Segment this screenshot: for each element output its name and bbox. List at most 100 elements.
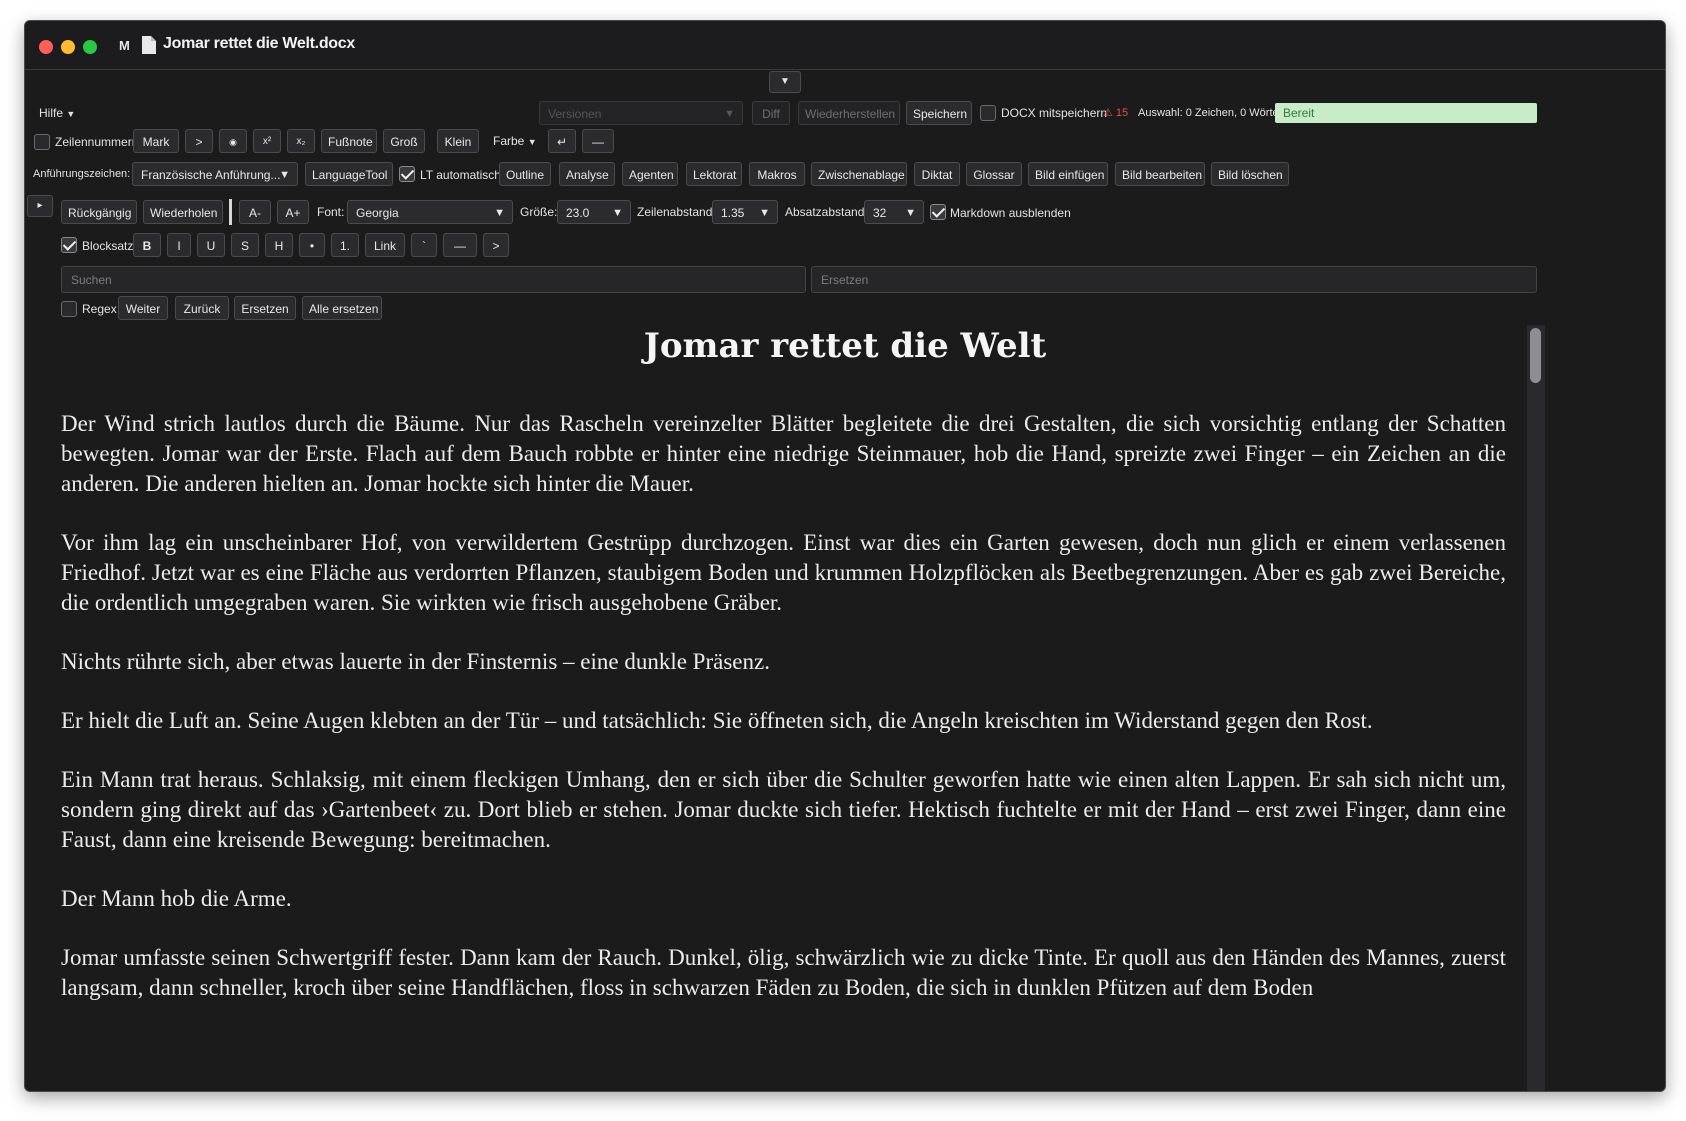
color-menu[interactable]: Farbe ▼: [493, 129, 537, 154]
lowercase-button[interactable]: Klein: [437, 129, 479, 153]
heading-button[interactable]: H: [265, 233, 293, 257]
zoom-window-button[interactable]: [83, 40, 97, 54]
bold-button[interactable]: B: [133, 233, 161, 257]
strikethrough-button[interactable]: S: [231, 233, 259, 257]
find-prev-button[interactable]: Zurück: [175, 296, 229, 320]
italic-button[interactable]: I: [167, 233, 191, 257]
bullet-list-button[interactable]: •: [299, 233, 325, 257]
chevron-down-icon: ▼: [724, 108, 735, 120]
window-title: Jomar rettet die Welt.docx: [163, 35, 355, 52]
line-spacing-select-value: 1.35: [721, 206, 745, 220]
paragraph-spacing-label: Absatzabstand:: [785, 205, 868, 219]
hide-markdown-label: Markdown ausblenden: [950, 206, 1071, 220]
document-title: Jomar rettet die Welt: [643, 326, 1047, 366]
hide-markdown-checkbox[interactable]: [930, 204, 946, 220]
app-window: M Jomar rettet die Welt.docx ▼ Hilfe ▼ V…: [24, 20, 1666, 1092]
footnote-button[interactable]: Fußnote: [321, 129, 377, 153]
justify-label: Blocksatz: [82, 239, 134, 253]
document-body[interactable]: Der Wind strich lautlos durch die Bäume.…: [61, 409, 1506, 1077]
font-smaller-button[interactable]: A-: [239, 200, 271, 224]
paragraph: Der Wind strich lautlos durch die Bäume.…: [61, 411, 1506, 496]
help-menu-label: Hilfe: [39, 106, 64, 120]
bullet-button[interactable]: ◉: [219, 129, 247, 153]
uppercase-button[interactable]: Groß: [383, 129, 425, 153]
glossary-button[interactable]: Glossar: [966, 162, 1022, 186]
mark-button[interactable]: Mark: [133, 129, 179, 153]
warning-count-badge[interactable]: ⚠ 15: [1103, 101, 1128, 125]
delete-image-button[interactable]: Bild löschen: [1211, 162, 1289, 186]
font-select[interactable]: Georgia ▼: [347, 200, 513, 224]
line-numbers-checkbox[interactable]: [34, 134, 50, 150]
regex-checkbox[interactable]: [61, 301, 77, 317]
chevron-down-icon: ▼: [66, 109, 76, 119]
versions-select-value: Versionen: [548, 107, 602, 121]
minimize-window-button[interactable]: [61, 40, 75, 54]
scrollbar-thumb[interactable]: [1530, 328, 1541, 383]
paragraph: Nichts rührte sich, aber etwas lauerte i…: [61, 649, 770, 674]
paragraph-spacing-select[interactable]: 32 ▼: [864, 200, 924, 224]
quotes-select[interactable]: Französische Anführung... ▼: [132, 162, 298, 186]
toolbar-collapse-button[interactable]: ▼: [769, 71, 801, 93]
horizontal-rule-button[interactable]: —: [582, 129, 614, 153]
line-numbers-label: Zeilennummern: [55, 135, 139, 149]
macros-button[interactable]: Makros: [749, 162, 805, 186]
find-next-button[interactable]: Weiter: [118, 296, 168, 320]
selection-info: Auswahl: 0 Zeichen, 0 Wörter: [1138, 107, 1283, 119]
dash-button[interactable]: —: [443, 233, 477, 257]
expand-panel-button[interactable]: ▸: [27, 195, 53, 217]
clipboard-button[interactable]: Zwischenablage: [811, 162, 907, 186]
size-select[interactable]: 23.0 ▼: [557, 200, 631, 224]
quote-button[interactable]: >: [483, 233, 509, 257]
linebreak-button[interactable]: ↵: [548, 129, 576, 153]
paragraph: Der Mann hob die Arme.: [61, 886, 292, 911]
diff-button[interactable]: Diff: [752, 101, 790, 125]
line-spacing-select[interactable]: 1.35 ▼: [712, 200, 778, 224]
document-icon: [142, 36, 156, 54]
size-label: Größe:: [520, 205, 558, 219]
quotes-label: Anführungszeichen:: [33, 168, 131, 180]
superscript-button[interactable]: x²: [253, 129, 281, 153]
font-select-value: Georgia: [356, 206, 399, 220]
lektorat-button[interactable]: Lektorat: [686, 162, 742, 186]
chevron-down-icon: ▼: [759, 207, 770, 219]
paragraph: Vor ihm lag ein unscheinbarer Hof, von v…: [61, 530, 1506, 615]
subscript-button[interactable]: x₂: [287, 129, 315, 153]
restore-button[interactable]: Wiederherstellen: [798, 101, 900, 125]
chevron-down-icon: ▼: [905, 207, 916, 219]
link-button[interactable]: Link: [365, 233, 405, 257]
font-label: Font:: [317, 205, 345, 219]
scrollbar-track[interactable]: [1527, 325, 1545, 1091]
versions-select[interactable]: Versionen ▼: [539, 101, 743, 125]
edit-image-button[interactable]: Bild bearbeiten: [1115, 162, 1205, 186]
search-input[interactable]: Suchen: [61, 266, 806, 293]
lt-auto-label: LT automatisch: [420, 168, 501, 182]
paragraph: Ein Mann trat heraus. Schlaksig, mit ein…: [61, 767, 1506, 852]
status-indicator: Bereit: [1275, 103, 1537, 123]
help-menu[interactable]: Hilfe ▼: [39, 101, 75, 126]
code-button[interactable]: `: [411, 233, 437, 257]
docx-save-checkbox[interactable]: [980, 105, 996, 121]
undo-button[interactable]: Rückgängig: [61, 200, 137, 224]
justify-checkbox[interactable]: [61, 237, 77, 253]
app-badge: M: [119, 38, 130, 53]
outline-button[interactable]: Outline: [499, 162, 551, 186]
analyse-button[interactable]: Analyse: [559, 162, 615, 186]
replace-button[interactable]: Ersetzen: [234, 296, 296, 320]
redo-button[interactable]: Wiederholen: [143, 200, 223, 224]
underline-button[interactable]: U: [197, 233, 225, 257]
blockquote-button[interactable]: >: [185, 129, 213, 153]
lt-auto-checkbox[interactable]: [399, 166, 415, 182]
font-larger-button[interactable]: A+: [277, 200, 309, 224]
docx-save-label: DOCX mitspeichern: [1001, 106, 1108, 120]
agents-button[interactable]: Agenten: [622, 162, 678, 186]
numbered-list-button[interactable]: 1.: [331, 233, 359, 257]
chevron-down-icon: ▼: [279, 169, 290, 181]
close-window-button[interactable]: [39, 40, 53, 54]
save-button[interactable]: Speichern: [906, 101, 972, 125]
insert-image-button[interactable]: Bild einfügen: [1028, 162, 1108, 186]
regex-label: Regex: [82, 302, 117, 316]
replace-all-button[interactable]: Alle ersetzen: [302, 296, 382, 320]
languagetool-button[interactable]: LanguageTool: [305, 162, 393, 186]
dictation-button[interactable]: Diktat: [914, 162, 960, 186]
replace-input[interactable]: Ersetzen: [811, 266, 1537, 293]
